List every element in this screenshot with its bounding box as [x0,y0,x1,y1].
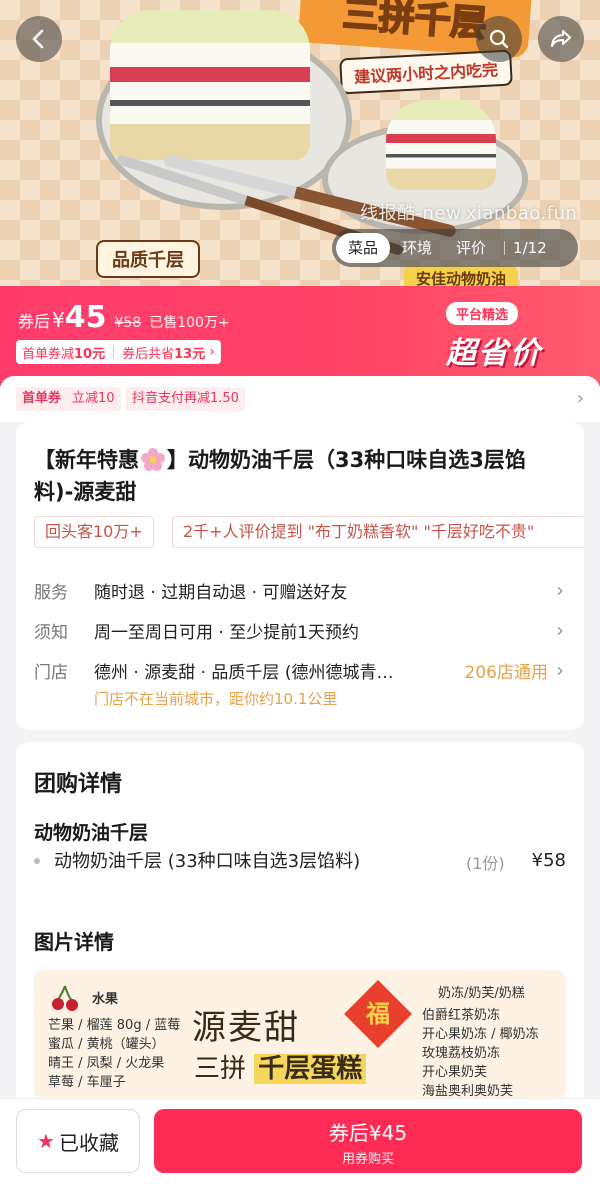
fu-text: 福 [366,1000,390,1028]
poster-line: 草莓 / 车厘子 [48,1075,126,1090]
poster-fruit-title: 水果 [92,992,119,1007]
poster-sub-prefix: 三拼 [194,1054,247,1084]
cherry-icon [52,985,78,1011]
section-title: 团购详情 [34,772,123,797]
first-coupon-label: 首单券减 [22,346,75,362]
buy-button[interactable]: 券后¥45 用券购买 [154,1109,582,1173]
poster-line: 开心果奶冻 / 椰奶冻 [422,1027,539,1042]
group-title: 动物奶油千层 [34,822,149,844]
buy-sublabel: 用券购买 [341,1152,394,1167]
hero-tag: 品质千层 [96,240,200,278]
notice-row[interactable]: 须知 周一至周日可用 · 至少提前1天预约 › [34,618,564,643]
search-icon [489,29,509,49]
item-price: ¥58 [531,850,566,871]
platform-pick-badge: 平台精选 [446,302,519,325]
product-info-card: 【新年特惠 】动物奶油千层（33种口味自选3层馅料)-源麦甜 回头客10万+ 2… [16,422,584,730]
share-icon [551,30,571,47]
poster-line: 开心果奶芙 [422,1065,488,1080]
save-label: 券后共省 [122,346,175,362]
first-coupon-value: 10元 [74,346,106,362]
poster-subtitle: 三拼 千层蛋糕 [194,1048,367,1085]
chevron-right-icon: › [556,658,564,682]
price-amount: 45 [64,300,107,335]
price-prefix: 券后 [18,312,51,331]
chevron-right-icon: › [576,388,584,409]
flower-icon [141,448,165,471]
images-title: 图片详情 [34,930,114,954]
original-price: ¥58 [114,315,142,331]
sold-count: 已售100万+ [149,315,230,331]
poster-line: 蜜瓜 / 黄桃（罐头） [48,1037,165,1052]
poster-line: 玫瑰荔枝奶冻 [422,1046,501,1061]
poster-fruit-list: 芒果 / 榴莲 80g / 蓝莓 蜜瓜 / 黄桃（罐头） 晴王 / 凤梨 / 火… [48,1016,188,1092]
search-button[interactable] [476,16,522,62]
tab-dishes[interactable]: 菜品 [336,233,391,263]
chevron-left-icon [32,29,44,49]
chevron-right-icon: › [209,344,215,360]
share-button[interactable] [538,16,584,62]
product-title: 【新年特惠 】动物奶油千层（33种口味自选3层馅料)-源麦甜 [34,444,564,508]
divider [113,346,115,358]
price-bar: 券后 ¥ 45 ¥58 已售100万+ 首单券减 10元 券后共省 13元 › 平台… [0,286,600,386]
coupon-tag: 立减10 [66,387,121,411]
fu-stamp: 福 [344,980,412,1048]
store-distance-note: 门店不在当前城市，距你约10.1公里 [94,690,338,708]
coupon-tag: 抖音支付再减1.50 [126,387,245,411]
product-gallery[interactable]: 三拼千层 建议两小时之内吃完 品质千层 安佳动物奶油 线报酷-new.xianb… [0,0,600,290]
divider [504,241,506,255]
star-icon: ★ [37,1129,55,1153]
tab-reviews[interactable]: 评价 [444,233,498,263]
service-row[interactable]: 服务 随时退 · 过期自动退 · 可赠送好友 › [34,578,564,603]
buy-label: 券后¥45 [328,1121,408,1145]
tab-environment[interactable]: 环境 [390,233,444,263]
price-currency: ¥ [52,308,65,332]
back-button[interactable] [16,16,62,62]
store-value: 德州 · 源麦甜 · 品质千层 (德州德城青… [94,662,394,683]
watermark: 线报酷-new.xianbao.fun [360,203,578,224]
coupon-strip[interactable]: 首单券 立减10 抖音支付再减1.50 › [0,376,600,422]
super-saver-badge: 超省价 [446,336,542,371]
poster-right-title: 奶冻/奶芙/奶糕 [438,986,525,1001]
service-value: 随时退 · 过期自动退 · 可赠送好友 [94,582,348,603]
coupon-summary[interactable]: 首单券减 10元 券后共省 13元 › [16,340,221,364]
chevron-right-icon: › [556,578,564,602]
repeat-customer-chip[interactable]: 回头客10万+ [34,516,154,548]
store-label: 门店 [34,662,68,683]
store-count-link[interactable]: 206店通用 [465,658,548,683]
poster-right-list: 伯爵红茶奶冻 开心果奶冻 / 椰奶冻 玫瑰荔枝奶冻 开心果奶芙 海盐奥利奥奶芙 [422,1006,562,1100]
poster-sub-bold: 千层蛋糕 [254,1054,367,1084]
price-line: 券后 ¥ 45 ¥58 已售100万+ [18,300,230,335]
notice-label: 须知 [34,622,68,643]
favorite-button[interactable]: ★ 已收藏 [16,1109,140,1173]
favorite-label: 已收藏 [58,1130,119,1155]
gallery-counter: 1/12 [513,239,547,257]
save-value: 13元 [174,346,206,362]
bottom-action-bar: ★ 已收藏 券后¥45 用券购买 [0,1098,600,1190]
gallery-tabs: 菜品 环境 评价 1/12 [332,229,578,267]
review-keyword-chip[interactable]: 2千+人评价提到 "布丁奶糕香软" "千层好吃不贵" [172,516,584,548]
detail-poster-image[interactable]: 水果 芒果 / 榴莲 80g / 蓝莓 蜜瓜 / 黄桃（罐头） 晴王 / 凤梨 … [34,970,566,1100]
poster-brand: 源麦甜 [192,1008,300,1048]
item-name: 动物奶油千层 (33种口味自选3层馅料) [54,851,361,872]
coupon-tag: 首单券 [16,387,68,411]
cake-image [110,10,310,160]
poster-line: 芒果 / 榴莲 80g / 蓝莓 [48,1018,181,1033]
bullet [34,858,40,864]
item-quantity: (1份) [466,854,505,873]
chevron-right-icon: › [556,618,564,642]
poster-line: 伯爵红茶奶冻 [422,1008,501,1023]
cake-slice-image [386,100,496,190]
service-label: 服务 [34,582,68,603]
store-row[interactable]: 门店 德州 · 源麦甜 · 品质千层 (德州德城青… 206店通用 › [34,658,564,683]
title-prefix: 【新年特惠 [34,448,139,472]
notice-value: 周一至周日可用 · 至少提前1天预约 [94,622,360,643]
poster-line: 晴王 / 凤梨 / 火龙果 [48,1056,165,1071]
